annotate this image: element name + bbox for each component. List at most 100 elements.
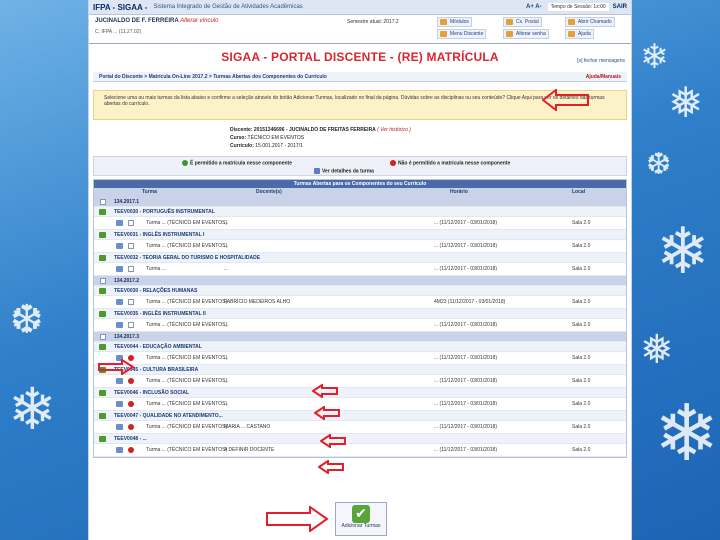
discipline-row: TEEV0047 - QUALIDADE NO ATENDIMENTO... [94, 411, 626, 421]
plus-icon[interactable] [99, 344, 106, 350]
discipline-row: TEEV0031 - INGLÊS INSTRUMENTAL I [94, 230, 626, 240]
horario-cell: ... (11/12/2017 - 03/01/2018) [434, 378, 498, 384]
support-icon [568, 19, 575, 25]
class-checkbox[interactable] [128, 220, 134, 226]
support-button[interactable]: Abrir Chamado [565, 17, 615, 27]
course-label: Curso: [230, 135, 247, 141]
magnifier-icon[interactable] [116, 220, 123, 226]
magnifier-icon[interactable] [116, 401, 123, 407]
sigaa-screenshot: IFPA - SIGAA - Sistema Integrado de Gest… [88, 0, 632, 540]
discipline-row: TEEV0032 - TEORIA GERAL DO TURISMO E HOS… [94, 253, 626, 263]
red-status-icon [390, 160, 396, 166]
legend-allowed: É permitido a matrícula nesse componente [182, 160, 292, 166]
magnifier-icon[interactable] [116, 266, 123, 272]
turma-cell: Turma ... (TÉCNICO EM EVENTOS) [146, 378, 228, 384]
horario-cell: ... (11/12/2017 - 03/01/2018) [434, 322, 498, 328]
green-status-icon [182, 160, 188, 166]
class-checkbox[interactable] [128, 243, 134, 249]
local-cell: Sala 2.0 [572, 266, 591, 272]
class-checkbox[interactable] [128, 299, 134, 305]
student-value: 20151346696 - JUCINALDO DE FREITAS FERRE… [253, 127, 376, 133]
turma-cell: Turma ... (TÉCNICO EM EVENTOS) [146, 424, 228, 430]
class-checkbox[interactable] [128, 266, 134, 272]
menu-button[interactable]: Menu Discente [437, 29, 487, 39]
class-row: Turma ... (TÉCNICO EM EVENTOS)... ... (11… [94, 217, 626, 230]
class-row: Turma ...... ... (11/12/2017 - 03/01/2018… [94, 263, 626, 276]
class-row: Turma ... (TÉCNICO EM EVENTOS) MARIA ... … [94, 421, 626, 434]
docente-cell: ... [224, 401, 229, 407]
mail-icon [506, 19, 513, 25]
legend-not-allowed: Não é permitido a matrícula nesse compon… [390, 160, 510, 166]
plus-icon[interactable] [99, 288, 106, 294]
breadcrumb: Portal do Discente > Matrícula On-Line 2… [93, 72, 627, 82]
semester-label: Semestre atual: 2017.2 [347, 19, 399, 25]
modules-button[interactable]: Módulos [437, 17, 472, 27]
discipline-label: TEEV0044 - EDUCAÇÃO AMBIENTAL [114, 344, 202, 350]
discipline-row: TEEV0048 - ... [94, 434, 626, 444]
class-checkbox[interactable] [128, 322, 134, 328]
magnifier-icon[interactable] [116, 243, 123, 249]
docente-cell: MARIA ... CASTANO [224, 424, 271, 430]
discipline-label: TEEV0047 - QUALIDADE NO ATENDIMENTO... [114, 413, 223, 419]
checkmark-icon: ✔ [352, 505, 370, 523]
annotation-arrow [314, 406, 340, 420]
magnifier-icon[interactable] [116, 299, 123, 305]
font-size-controls[interactable]: A+ A- [526, 4, 542, 10]
horario-cell: ... (11/12/2017 - 03/01/2018) [434, 220, 498, 226]
plus-icon[interactable] [99, 255, 106, 261]
user-info: JUCINALDO DE F. FERREIRA Alterar vínculo [95, 18, 218, 24]
help-manual-link[interactable]: Ajuda/Manuais [586, 74, 621, 80]
docente-cell: ... [224, 243, 229, 249]
app-name: IFPA - SIGAA - [93, 2, 148, 12]
local-cell: Sala 2.0 [572, 378, 591, 384]
magnifier-icon[interactable] [116, 378, 123, 384]
local-cell: Sala 2.0 [572, 424, 591, 430]
snowflake-icon: ❅ [668, 78, 704, 127]
local-cell: Sala 2.0 [572, 322, 591, 328]
plus-icon[interactable] [99, 413, 106, 419]
plus-icon[interactable] [99, 436, 106, 442]
discipline-label: TEEV0030 - RELAÇÕES HUMANAS [114, 288, 198, 294]
select-all-checkbox[interactable] [100, 334, 106, 340]
turma-cell: Turma ... (TÉCNICO EM EVENTOS) [146, 322, 228, 328]
logout-link[interactable]: SAIR [613, 4, 627, 10]
inbox-button[interactable]: Cx. Postal [503, 17, 542, 27]
red-status-icon [128, 378, 134, 384]
select-all-checkbox[interactable] [100, 199, 106, 205]
top-header: IFPA - SIGAA - Sistema Integrado de Gest… [89, 0, 631, 44]
user-subline: C. IFPA ... (11.27.02) [95, 29, 142, 35]
password-button[interactable]: Alterar senha [503, 29, 549, 39]
annotation-arrow [312, 384, 338, 398]
plus-icon[interactable] [99, 390, 106, 396]
plus-icon[interactable] [99, 209, 106, 215]
help-button[interactable]: Ajuda [565, 29, 594, 39]
period-row: 134.2017.3 [94, 332, 626, 342]
add-classes-label: Adicionar Turmas [341, 523, 381, 529]
annotation-arrow [320, 434, 346, 448]
change-link[interactable]: Alterar vínculo [180, 18, 218, 24]
class-row: Turma ... (TÉCNICO EM EVENTOS)... ... (11… [94, 319, 626, 332]
period-label: 134.2017.3 [114, 334, 140, 340]
header-docente: Docente(s) [256, 189, 282, 195]
magnifier-icon[interactable] [116, 424, 123, 430]
class-row: Turma ... (TÉCNICO EM EVENTOS) FABRÍCIO M… [94, 296, 626, 309]
history-link[interactable]: ( Ver histórico ) [377, 127, 411, 133]
local-cell: Sala 2.0 [572, 355, 591, 361]
discipline-row: TEEV0044 - EDUCAÇÃO AMBIENTAL [94, 342, 626, 352]
magnifier-icon[interactable] [116, 447, 123, 453]
curriculum-label: Currículo: [230, 143, 254, 149]
plus-icon[interactable] [99, 311, 106, 317]
header-local: Local [572, 189, 586, 195]
plus-icon[interactable] [99, 232, 106, 238]
discipline-label: TEEV0031 - INGLÊS INSTRUMENTAL I [114, 232, 205, 238]
add-classes-button[interactable]: ✔ Adicionar Turmas [335, 502, 387, 536]
snowflake-icon: ❅ [640, 327, 674, 373]
local-cell: Sala 2.0 [572, 401, 591, 407]
table-header: Turma Docente(s) Horário Local [94, 188, 626, 197]
turma-cell: Turma ... (TÉCNICO EM EVENTOS) [146, 401, 228, 407]
close-messages-link[interactable]: [x] fechar mensagens [577, 58, 625, 64]
magnifier-icon[interactable] [116, 322, 123, 328]
legend-details: Ver detalhes da turma [314, 168, 374, 174]
class-row: Turma ... (TÉCNICO EM EVENTOS) A DEFINIR … [94, 444, 626, 457]
select-all-checkbox[interactable] [100, 278, 106, 284]
